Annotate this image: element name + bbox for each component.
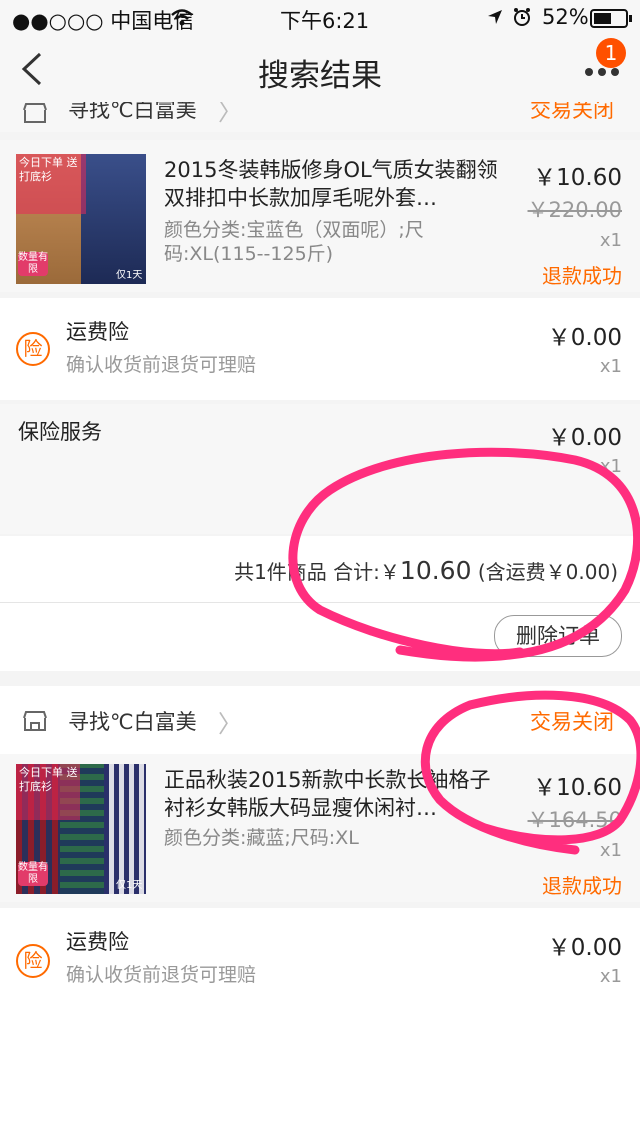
order1-product-image[interactable]: 今日下单 送 打底衫 数量有限 仅1天 [16, 154, 146, 284]
order2-product-image[interactable]: 今日下单 送 打底衫 数量有限 仅1天 [16, 764, 146, 894]
summary-total-label: 合计: [333, 560, 380, 584]
service-price: ￥0.00 [547, 425, 622, 451]
order2-original-price: ￥164.50 [527, 808, 622, 832]
page-title: 搜索结果 [258, 58, 382, 94]
service-title: 保险服务 [18, 420, 102, 444]
order1-original-price: ￥220.00 [527, 198, 622, 222]
order2-item[interactable]: 今日下单 送 打底衫 数量有限 仅1天 正品秋装2015新款中长款长袖格子衬衫女… [0, 754, 640, 902]
order2-quantity: x1 [599, 840, 622, 861]
order1-product-sku: 颜色分类:宝蓝色（双面呢）;尺码:XL(115--125斤) [164, 219, 424, 265]
status-bar: ●●○○○ 中国电信 下午6:21 52% [0, 0, 640, 36]
order2-refund-status[interactable]: 退款成功 [542, 870, 622, 899]
more-icon[interactable] [584, 66, 620, 78]
order1-product-title[interactable]: 2015冬装韩版修身OL气质女装翻领双排扣中长款加厚毛呢外套… [164, 156, 504, 212]
insurance-price: ￥0.00 [547, 325, 622, 351]
insurance-icon: 险 [16, 332, 50, 366]
order2-product-title[interactable]: 正品秋装2015新款中长款长袖格子衬衫女韩版大码显瘦休闲衬… [164, 766, 504, 822]
order1-refund-status[interactable]: 退款成功 [542, 260, 622, 289]
alarm-icon [514, 8, 530, 26]
insurance-icon: 险 [16, 944, 50, 978]
order2-shop-header[interactable]: 寻找℃白富美 〉 交易关闭 [0, 686, 640, 754]
order1-actions: 删除订单 [0, 603, 640, 671]
summary-total-value: 10.60 [399, 556, 472, 585]
service-qty: x1 [599, 456, 622, 477]
insurance-desc: 确认收货前退货可理赔 [66, 354, 257, 376]
summary-shipping: (含运费￥0.00) [477, 560, 618, 584]
order1-service-row[interactable]: 保险服务 ￥0.00 x1 [0, 404, 640, 534]
insurance-price: ￥0.00 [547, 935, 622, 961]
shop-icon [23, 711, 47, 731]
clock: 下午6:21 [280, 9, 370, 33]
navigation-bar: 搜索结果 1 [0, 36, 640, 102]
order1-quantity: x1 [599, 230, 622, 251]
location-arrow-icon [488, 10, 502, 24]
order1-item[interactable]: 今日下单 送 打底衫 数量有限 仅1天 2015冬装韩版修身OL气质女装翻领双排… [0, 140, 640, 292]
order2-product-price: ￥10.60 [533, 775, 622, 801]
notification-badge: 1 [596, 38, 626, 68]
insurance-desc: 确认收货前退货可理赔 [66, 964, 257, 986]
order1-summary: 共1件商品 合计:￥10.60 (含运费￥0.00) [0, 536, 640, 603]
chevron-right-icon: 〉 [218, 710, 242, 738]
shop-icon [23, 103, 47, 123]
order1-product-price: ￥10.60 [533, 165, 622, 191]
summary-count: 共1件商品 [234, 560, 327, 584]
insurance-qty: x1 [599, 966, 622, 987]
insurance-qty: x1 [599, 356, 622, 377]
delete-order-button[interactable]: 删除订单 [494, 615, 622, 657]
battery-icon [590, 9, 632, 28]
battery-percent: 52% [542, 5, 589, 29]
carrier-label: ●●○○○ 中国电信 [12, 9, 195, 33]
chevron-right-icon: 〉 [218, 102, 242, 126]
order1-shop-header[interactable]: 寻找℃白富美 〉 交易关闭 [0, 102, 640, 132]
order2-shop-name[interactable]: 寻找℃白富美 [68, 706, 197, 736]
order2-product-sku: 颜色分类:藏蓝;尺码:XL [164, 827, 359, 849]
order1-shop-name[interactable]: 寻找℃白富美 [68, 102, 197, 124]
order1-status: 交易关闭 [530, 102, 614, 122]
order2-status: 交易关闭 [530, 710, 614, 734]
order2-insurance-row[interactable]: 险 运费险 确认收货前退货可理赔 ￥0.00 x1 [0, 908, 640, 1138]
insurance-title: 运费险 [66, 320, 129, 344]
summary-currency: ￥ [379, 560, 400, 584]
wifi-icon [171, 9, 193, 26]
order1-insurance-row[interactable]: 险 运费险 确认收货前退货可理赔 ￥0.00 x1 [0, 298, 640, 400]
insurance-title: 运费险 [66, 930, 129, 954]
